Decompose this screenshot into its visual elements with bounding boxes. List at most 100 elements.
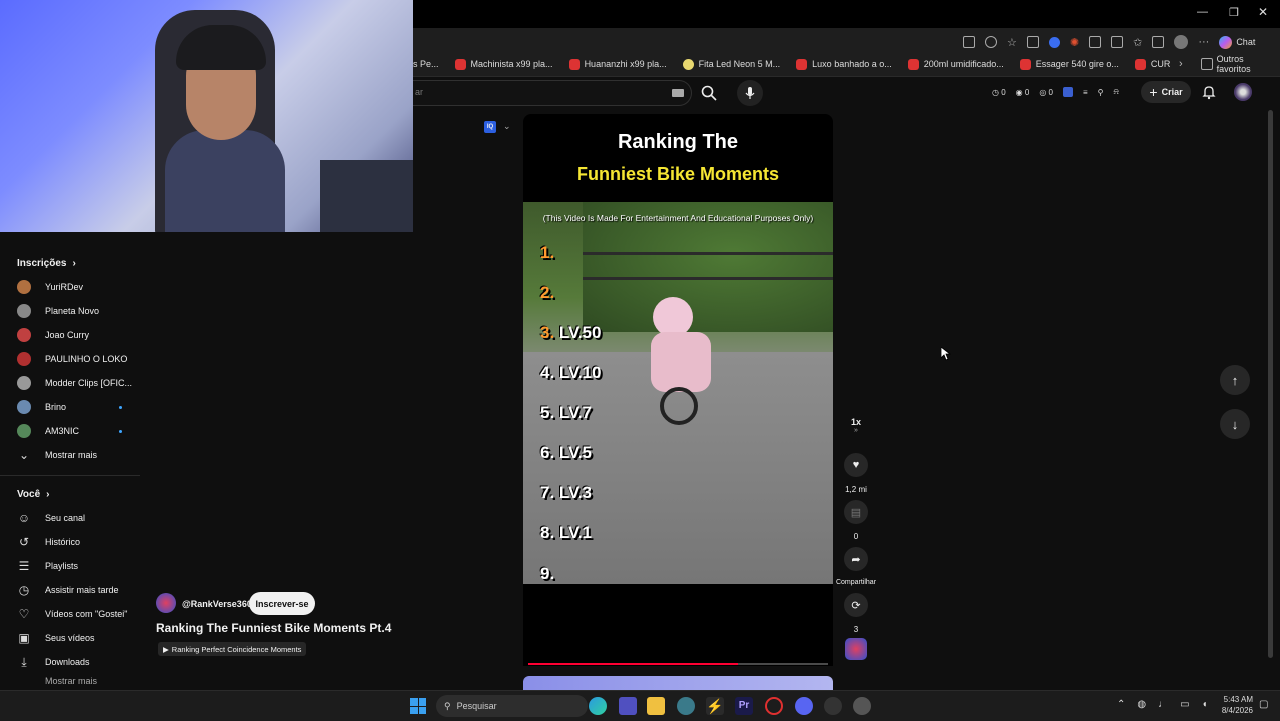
zoom-icon[interactable] [985, 36, 997, 48]
sidebar-item-liked-videos[interactable]: ♡ Vídeos com "Gostei" [0, 602, 140, 626]
channel-avatar[interactable] [156, 593, 176, 613]
apps-icon[interactable] [963, 36, 975, 48]
sidebar-item-historico[interactable]: ↺ Histórico [0, 530, 140, 554]
taskbar-clock[interactable]: 5:43 AM 8/4/2026 [1215, 694, 1253, 716]
sidebar-item-modder-clips[interactable]: Modder Clips [OFIC... [0, 371, 140, 395]
tray-app-icon[interactable]: ◍ [1137, 699, 1146, 710]
sidebar-item-downloads[interactable]: ⤓ Downloads [0, 650, 140, 674]
extension-badge-icon[interactable]: IQ [484, 121, 496, 133]
sidebar-item-playlists[interactable]: ☰ Playlists [0, 554, 140, 578]
minimize-icon[interactable]: — [1197, 6, 1208, 18]
mouse-cursor-icon [941, 347, 951, 361]
search-input[interactable]: ar [413, 80, 692, 106]
subscriptions-heading[interactable]: Inscrições › [0, 251, 140, 275]
account-avatar[interactable] [1234, 83, 1252, 101]
you-heading[interactable]: Você › [0, 482, 140, 506]
opera-icon[interactable] [765, 697, 783, 715]
playlist-chip[interactable]: ▶ Ranking Perfect Coincidence Moments [158, 642, 307, 656]
settings-gear-icon[interactable] [853, 697, 871, 715]
teams-icon[interactable] [619, 697, 637, 715]
remix-icon: ⟳ [844, 593, 868, 617]
speed-control[interactable]: 1x » [842, 417, 870, 434]
channel-handle[interactable]: @RankVerse360 [182, 599, 252, 609]
bookmark-item[interactable]: Luxo banhado a o... [796, 58, 892, 70]
remix-button[interactable]: ⟳ 3 [842, 593, 870, 634]
create-button[interactable]: + Criar [1141, 81, 1191, 103]
restore-icon[interactable]: ❐ [1229, 6, 1239, 19]
sidebar-item-seu-canal[interactable]: ☺ Seu canal [0, 506, 140, 530]
sidebar-item-paulinho-o-loko[interactable]: PAULINHO O LOKO [0, 347, 140, 371]
app-icon[interactable]: ⚡ [706, 697, 724, 715]
like-button[interactable]: ♥ 1,2 mi [842, 453, 870, 494]
bookmark-item[interactable]: Machinista x99 pla... [454, 58, 553, 70]
sidebar-item-am3nic[interactable]: AM3NIC [0, 419, 140, 443]
comment-button[interactable]: ▤ 0 [842, 500, 870, 541]
premiere-pro-icon[interactable]: Pr [735, 697, 753, 715]
voice-search-button[interactable] [737, 80, 763, 106]
show-more-label: Mostrar mais [45, 450, 98, 460]
copilot-chat-button[interactable]: Chat [1219, 35, 1255, 49]
extensions-icon[interactable] [1089, 36, 1102, 48]
chevron-down-icon[interactable]: ⌄ [503, 121, 511, 132]
bookmark-item[interactable]: Essager 540 gire o... [1019, 58, 1119, 70]
extension-badge-icon[interactable] [1062, 87, 1073, 97]
next-short-preview[interactable] [523, 676, 833, 690]
camera-icon[interactable] [1026, 36, 1039, 48]
sidebar-item-brino[interactable]: Brino [0, 395, 140, 419]
other-favorites[interactable]: Outros favoritos [1200, 54, 1280, 74]
obs-icon[interactable] [824, 697, 842, 715]
sort-icon[interactable]: ≡ [1083, 88, 1088, 97]
video-progress-track[interactable] [528, 663, 828, 665]
next-short-button[interactable]: ↓ [1220, 409, 1250, 439]
search-icon[interactable] [700, 84, 718, 102]
sidebar-item-assistir-mais-tarde[interactable]: ◷ Assistir mais tarde [0, 578, 140, 602]
split-screen-icon[interactable] [1111, 36, 1124, 48]
close-window-icon[interactable]: ✕ [1258, 5, 1268, 19]
discord-icon[interactable] [795, 697, 813, 715]
favorite-star-icon[interactable]: ☆ [1007, 36, 1017, 49]
show-more-subscriptions[interactable]: ⌄ Mostrar mais [0, 443, 140, 467]
more-menu-icon[interactable]: ··· [1198, 36, 1209, 48]
bookmark-item[interactable]: s Pe... [413, 59, 439, 69]
pin-icon[interactable]: ⚲ [1098, 88, 1104, 97]
extension-red-icon[interactable]: ✺ [1070, 36, 1079, 49]
favorites-icon[interactable]: ✩ [1133, 36, 1142, 49]
keyboard-icon[interactable] [672, 89, 684, 97]
profile-avatar[interactable] [1174, 35, 1189, 49]
network-icon[interactable]: ▭ [1180, 699, 1189, 710]
bookmark-label: Machinista x99 pla... [470, 59, 553, 69]
small-bell-icon[interactable]: ⍾ [1114, 87, 1119, 97]
bookmark-item[interactable]: 200ml umidificado... [907, 58, 1004, 70]
bookmark-item[interactable]: Fita Led Neon 5 M... [682, 58, 780, 70]
previous-short-button[interactable]: ↑ [1220, 365, 1250, 395]
extension-blue-icon[interactable] [1048, 36, 1060, 48]
edge-icon[interactable] [589, 697, 607, 715]
file-explorer-icon[interactable] [647, 697, 665, 715]
audio-channel-thumbnail[interactable] [845, 638, 867, 660]
sidebar-item-yurirdev[interactable]: YuriRDev [0, 275, 140, 299]
bookmark-item[interactable]: Huananzhi x99 pla... [568, 58, 667, 70]
share-button[interactable]: ➦ Compartilhar [834, 547, 878, 586]
folder-icon [1200, 58, 1213, 70]
sidebar-item-joao-curry[interactable]: Joao Curry [0, 323, 140, 347]
sidebar-item-seus-videos[interactable]: ▣ Seus vídeos [0, 626, 140, 650]
taskbar-search[interactable]: ⚲ Pesquisar [436, 695, 588, 717]
page-scrollbar[interactable] [1268, 110, 1273, 658]
windows-start-icon[interactable] [410, 698, 426, 714]
subscribe-button[interactable]: Inscrever-se [249, 592, 315, 615]
video-bottom-area[interactable] [523, 584, 833, 666]
microphone-icon[interactable]: ♩ [1158, 699, 1168, 710]
volume-icon[interactable]: ◖ [1202, 699, 1208, 710]
notifications-bell-icon[interactable] [1201, 84, 1217, 100]
sidebar-item-planeta-novo[interactable]: Planeta Novo [0, 299, 140, 323]
collections-icon[interactable] [1152, 36, 1165, 48]
show-more-you[interactable]: Mostrar mais [0, 674, 140, 688]
bookmark-item[interactable]: CURREN Relógio d... [1134, 58, 1171, 70]
chevron-right-icon[interactable]: › [1179, 58, 1183, 70]
video-title[interactable]: Ranking The Funniest Bike Moments Pt.4 [156, 621, 391, 635]
notification-center-icon[interactable]: ▢ [1259, 699, 1268, 710]
app-icon[interactable] [677, 697, 695, 715]
video-progress-fill [528, 663, 738, 665]
chevron-up-icon[interactable]: ⌃ [1117, 699, 1125, 710]
short-video-player[interactable]: Ranking The Funniest Bike Moments (This … [523, 114, 833, 584]
